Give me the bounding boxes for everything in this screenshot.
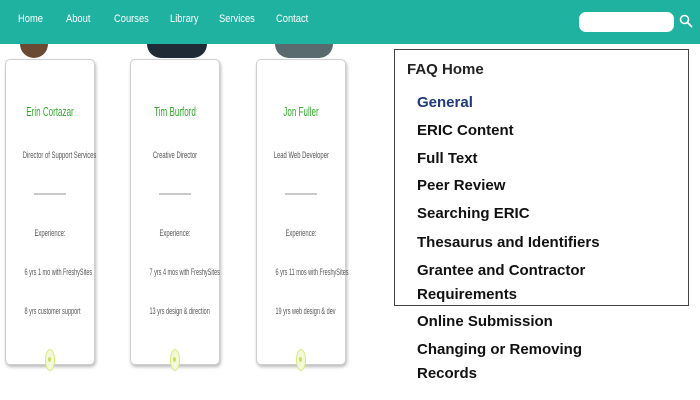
faq-link-online-submission[interactable]: Online Submission [417,310,553,334]
staff-photo [275,44,333,58]
faq-link-thesaurus[interactable]: Thesaurus and Identifiers [417,231,600,255]
experience-heading: Experience: [285,228,317,239]
nav-about-link[interactable]: About [66,13,90,25]
staff-photo [147,44,207,58]
faq-title: FAQ Home [407,61,484,78]
card-indicator-dot[interactable] [170,349,180,371]
faq-link-peer-review[interactable]: Peer Review [417,174,505,198]
experience-line: 19 yrs web design & dev [275,306,336,317]
faq-link-searching-eric[interactable]: Searching ERIC [417,202,530,226]
staff-name: Jon Fuller [283,104,319,119]
top-navbar: Home About Courses Library Services Cont… [0,0,700,44]
faq-link-changing-records[interactable]: Records [417,362,477,386]
search-input[interactable] [579,12,674,32]
nav-home-link[interactable]: Home [18,13,43,25]
divider [34,193,66,195]
experience-heading: Experience: [34,228,66,239]
experience-line: 6 yrs 11 mos with FreshySites [275,267,349,278]
experience-line: 8 yrs customer support [24,306,81,317]
faq-link-grantee-requirements[interactable]: Grantee and Contractor [417,259,585,283]
faq-link-changing-records[interactable]: Changing or Removing [417,338,582,362]
faq-link-grantee-requirements[interactable]: Requirements [417,283,517,307]
staff-photo [20,44,48,58]
experience-line: 7 yrs 4 mos with FreshySites [149,267,220,278]
faq-link-general[interactable]: General [417,91,473,115]
nav-services-link[interactable]: Services [219,13,255,25]
staff-card: Jon Fuller Lead Web Developer Experience… [256,44,349,371]
staff-role: Creative Director [152,150,198,161]
nav-library-link[interactable]: Library [170,13,199,25]
faq-link-full-text[interactable]: Full Text [417,147,478,171]
staff-role: Director of Support Services [22,150,97,161]
nav-courses-link[interactable]: Courses [114,13,149,25]
staff-name: Tim Burford [154,104,196,119]
card-indicator-dot[interactable] [45,349,55,371]
divider [159,193,191,195]
experience-heading: Experience: [159,228,191,239]
nav-contact-link[interactable]: Contact [276,13,308,25]
experience-line: 6 yrs 1 mo with FreshySites [24,267,93,278]
faq-link-eric-content[interactable]: ERIC Content [417,119,514,143]
experience-line: 13 yrs design & direction [149,306,210,317]
staff-card: Erin Cortazar Director of Support Servic… [5,44,97,371]
staff-name: Erin Cortazar [26,104,74,119]
staff-card: Tim Burford Creative Director Experience… [130,44,220,371]
staff-role: Lead Web Developer [273,150,329,161]
search-icon[interactable] [679,14,693,28]
card-indicator-dot[interactable] [296,349,306,371]
divider [285,193,317,195]
